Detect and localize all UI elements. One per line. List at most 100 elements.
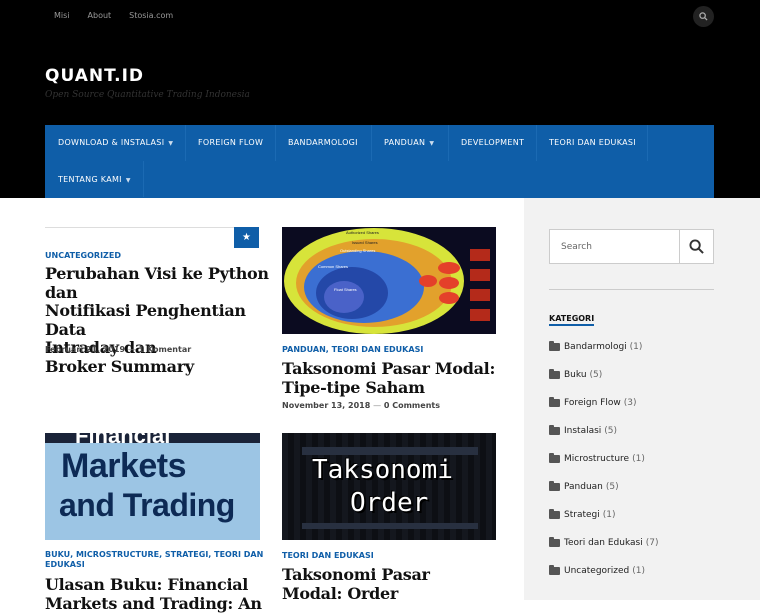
title-line: Ulasan Buku: Financial [45,575,249,594]
title-line: Notifikasi Penghentian Data [45,301,246,339]
category-count: (5) [604,426,618,436]
post-meta: November 13, 2018 — 0 Comments [282,401,440,410]
post-comments[interactable]: 1 Komentar [139,345,192,354]
image-title-text: Order [350,488,429,518]
category-item[interactable]: Buku (5) [549,361,658,389]
folder-icon [549,481,560,491]
category-name[interactable]: Buku [564,370,587,380]
diagram-label: Outstanding Shares [340,248,376,253]
chevron-down-icon: ▼ [429,140,435,147]
nav-panduan[interactable]: PANDUAN ▼ [384,138,434,147]
post-comments[interactable]: 0 Comments [384,401,440,410]
search-submit-button[interactable] [680,229,714,264]
main-navigation: DOWNLOAD & INSTALASI ▼ FOREIGN FLOW BANDA… [45,125,714,198]
category-item[interactable]: Foreign Flow (3) [549,389,658,417]
category-name[interactable]: Uncategorized [564,566,629,576]
post-thumbnail-taksonomi-order[interactable]: Taksonomi Order [282,433,496,540]
nav-label: DOWNLOAD & INSTALASI [58,138,165,147]
folder-icon [549,509,560,519]
post-title[interactable]: Taksonomi Pasar Modal: Tipe-tipe Saham [282,359,512,397]
category-item[interactable]: Uncategorized (1) [549,557,658,585]
book-cover-text: Markets [61,447,187,485]
post-title[interactable]: Perubahan Visi ke Python dan Notifikasi … [45,264,270,376]
category-name[interactable]: Strategi [564,510,600,520]
book-cover-text: and Trading [59,487,235,523]
category-count: (5) [605,482,619,492]
meta-separator: — [373,401,382,410]
chevron-down-icon: ▼ [125,177,131,184]
topnav-stosia[interactable]: Stosia.com [129,11,173,20]
category-item[interactable]: Microstructure (1) [549,445,658,473]
category-item[interactable]: Bandarmologi (1) [549,333,658,361]
category-item[interactable]: Instalasi (5) [549,417,658,445]
chevron-down-icon: ▼ [168,140,174,147]
nav-download-instalasi[interactable]: DOWNLOAD & INSTALASI ▼ [58,138,173,147]
site-tagline: Open Source Quantitative Trading Indones… [45,90,250,100]
post-category[interactable]: UNCATEGORIZED [45,251,121,260]
title-line: Broker Summary [45,356,194,376]
category-count: (1) [632,454,645,464]
divider [549,289,714,290]
post-date[interactable]: November 13, 2018 [282,401,370,410]
folder-icon [549,425,560,435]
site-title[interactable]: QUANT.ID [45,66,144,86]
widget-heading-kategori: KATEGORI [549,314,595,326]
post-thumbnail-financial-markets[interactable]: Financial Markets and Trading [45,433,260,540]
folder-icon [549,453,560,463]
search-input[interactable]: Search [549,229,680,264]
header-search-button[interactable] [693,6,714,27]
post-category[interactable]: BUKU, MICROSTRUCTURE, STRATEGI, TEORI DA… [45,550,263,570]
diagram-label: Common Shares [318,264,349,269]
category-item[interactable]: Panduan (5) [549,473,658,501]
nav-development[interactable]: DEVELOPMENT [461,138,524,147]
nav-bandarmologi[interactable]: BANDARMOLOGI [288,138,358,147]
meta-separator: — [127,345,136,354]
star-icon: ★ [242,232,251,243]
nav-tentang-kami[interactable]: TENTANG KAMI ▼ [58,175,131,184]
category-count: (1) [629,342,643,352]
folder-icon [549,565,560,575]
post-thumbnail-taksonomi-saham[interactable]: Authorized Shares Issued Shares Outstand… [282,227,496,334]
divider [45,227,234,228]
folder-icon [549,397,560,407]
post-date[interactable]: Februari 21, 2019 [45,345,125,354]
nav-teori-edukasi[interactable]: TEORI DAN EDUKASI [549,138,636,147]
title-line: Taksonomi Pasar Modal: [282,359,496,378]
topnav-misi[interactable]: Misi [54,11,70,20]
category-line: EDUKASI [45,560,85,569]
category-item[interactable]: Teori dan Edukasi (7) [549,529,658,557]
image-title-text: Taksonomi [312,455,453,485]
category-name[interactable]: Teori dan Edukasi [564,538,643,548]
post-title[interactable]: Ulasan Buku: Financial Markets and Tradi… [45,575,275,613]
diagram-label: Issued Shares [352,240,378,245]
title-line: Tipe-tipe Saham [282,378,425,397]
topnav-about[interactable]: About [88,11,112,20]
sticky-post-badge: ★ [234,227,259,248]
category-name[interactable]: Instalasi [564,426,601,436]
folder-icon [549,341,560,351]
folder-icon [549,369,560,379]
category-list: Bandarmologi (1) Buku (5) Foreign Flow (3) … [549,333,658,585]
category-item[interactable]: Strategi (1) [549,501,658,529]
category-name[interactable]: Bandarmologi [564,342,627,352]
post-category[interactable]: TEORI DAN EDUKASI [282,551,374,560]
nav-label: TENTANG KAMI [58,175,122,184]
category-name[interactable]: Panduan [564,482,603,492]
search-icon [699,12,708,21]
post-category[interactable]: PANDUAN, TEORI DAN EDUKASI [282,345,423,354]
category-count: (3) [623,398,637,408]
site-header: Misi About Stosia.com QUANT.ID Open Sour… [0,0,760,198]
category-count: (1) [632,566,645,576]
title-line: Taksonomi Pasar [282,565,430,584]
top-navigation: Misi About Stosia.com [54,11,173,20]
nav-foreign-flow[interactable]: FOREIGN FLOW [198,138,263,147]
nav-label: PANDUAN [384,138,426,147]
diagram-label: Float Shares [334,287,357,292]
folder-icon [549,537,560,547]
title-line: Markets and Trading: An [45,594,262,613]
category-name[interactable]: Microstructure [564,454,629,464]
post-title[interactable]: Taksonomi Pasar Modal: Order [282,565,512,603]
category-name[interactable]: Foreign Flow [564,398,621,408]
category-count: (7) [645,538,659,548]
title-line: Modal: Order [282,584,399,603]
